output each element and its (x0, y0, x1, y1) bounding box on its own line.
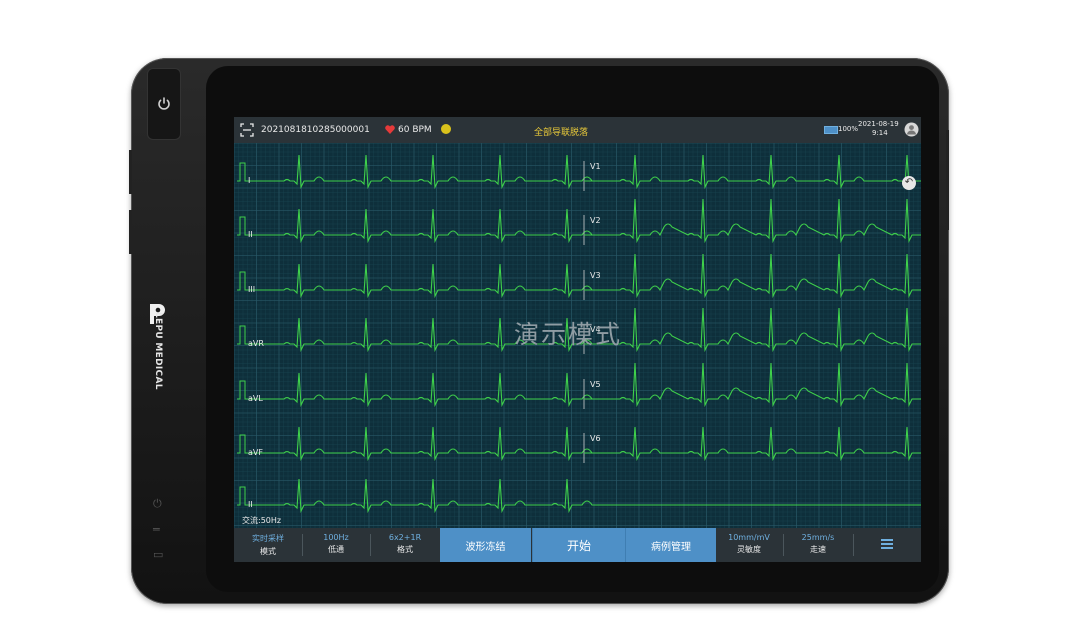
start-button[interactable]: 开始 (532, 528, 625, 562)
battery-level: 100% (838, 125, 859, 133)
date: 2021-08-19 (858, 120, 899, 128)
brand-logo: LEPU MEDICAL (153, 312, 163, 390)
menu-icon (881, 539, 893, 549)
user-avatar-icon[interactable] (904, 122, 919, 137)
case-management-button[interactable]: 病例管理 (625, 528, 716, 562)
signal-indicator-icon (441, 124, 451, 134)
demo-mode-label: 演示模式 (514, 320, 623, 349)
waveform-trace (248, 263, 593, 299)
menu-small-icon: ═ (153, 523, 160, 536)
status-bar: 2021081810285000001 60 BPM 全部导联脱落 100% 2… (234, 117, 921, 143)
heart-rate: 60 BPM (398, 125, 432, 135)
ecg-screen: 2021081810285000001 60 BPM 全部导联脱落 100% 2… (234, 117, 921, 562)
lead-label-v5: V5 (590, 380, 601, 389)
card-small-icon: ▭ (153, 548, 164, 561)
bottom-toolbar: 实时采样 模式 100Hz 低通 6x2+1R 格式 波形冻结 开始 病例管理 … (234, 528, 921, 562)
back-icon[interactable]: ↶ (902, 176, 916, 190)
lead-label-ii: II (248, 500, 253, 509)
patient-id: 2021081810285000001 (261, 125, 370, 135)
waveform-trace (248, 426, 593, 462)
scan-icon[interactable] (240, 123, 254, 137)
power-icon (158, 97, 170, 110)
lead-label-ii: II (248, 230, 253, 239)
ecg-waveform-area: I II III aVR aVL aVF II V1 V2 V3 V4 V5 V6 演示模式 ↶ 交流:… (234, 143, 921, 528)
waveform-trace (248, 372, 593, 408)
filter-label: 交流:50Hz (242, 516, 282, 525)
lead-label-v6: V6 (590, 434, 601, 443)
lead-label-i: I (248, 176, 250, 185)
menu-button[interactable] (853, 528, 921, 562)
power-button[interactable] (147, 68, 181, 140)
side-key[interactable] (129, 210, 132, 254)
freeze-waveform-button[interactable]: 波形冻结 (440, 528, 531, 562)
waveform-trace (248, 154, 593, 190)
lead-label-v1: V1 (590, 162, 601, 171)
waveform-trace (248, 208, 593, 244)
mode-button[interactable]: 实时采样 模式 (234, 528, 302, 562)
waveform-trace (248, 478, 921, 514)
side-key[interactable] (129, 150, 132, 194)
sensitivity-button[interactable]: 10mm/mV 灵敏度 (715, 528, 783, 562)
format-button[interactable]: 6x2+1R 格式 (370, 528, 440, 562)
lead-label-avl: aVL (248, 394, 263, 403)
power-small-icon: ⏻ (153, 497, 162, 510)
lead-label-avf: aVF (248, 448, 263, 457)
speed-button[interactable]: 25mm/s 走速 (783, 528, 853, 562)
heart-icon (385, 125, 395, 134)
battery-icon (824, 126, 838, 134)
lead-label-v2: V2 (590, 216, 601, 225)
time: 9:14 (872, 129, 888, 137)
lead-label-v3: V3 (590, 271, 601, 280)
lowpass-button[interactable]: 100Hz 低通 (302, 528, 370, 562)
lead-alert: 全部导联脱落 (534, 128, 589, 138)
lead-label-iii: III (248, 285, 255, 294)
lead-label-avr: aVR (248, 339, 264, 348)
side-key[interactable] (946, 130, 949, 230)
